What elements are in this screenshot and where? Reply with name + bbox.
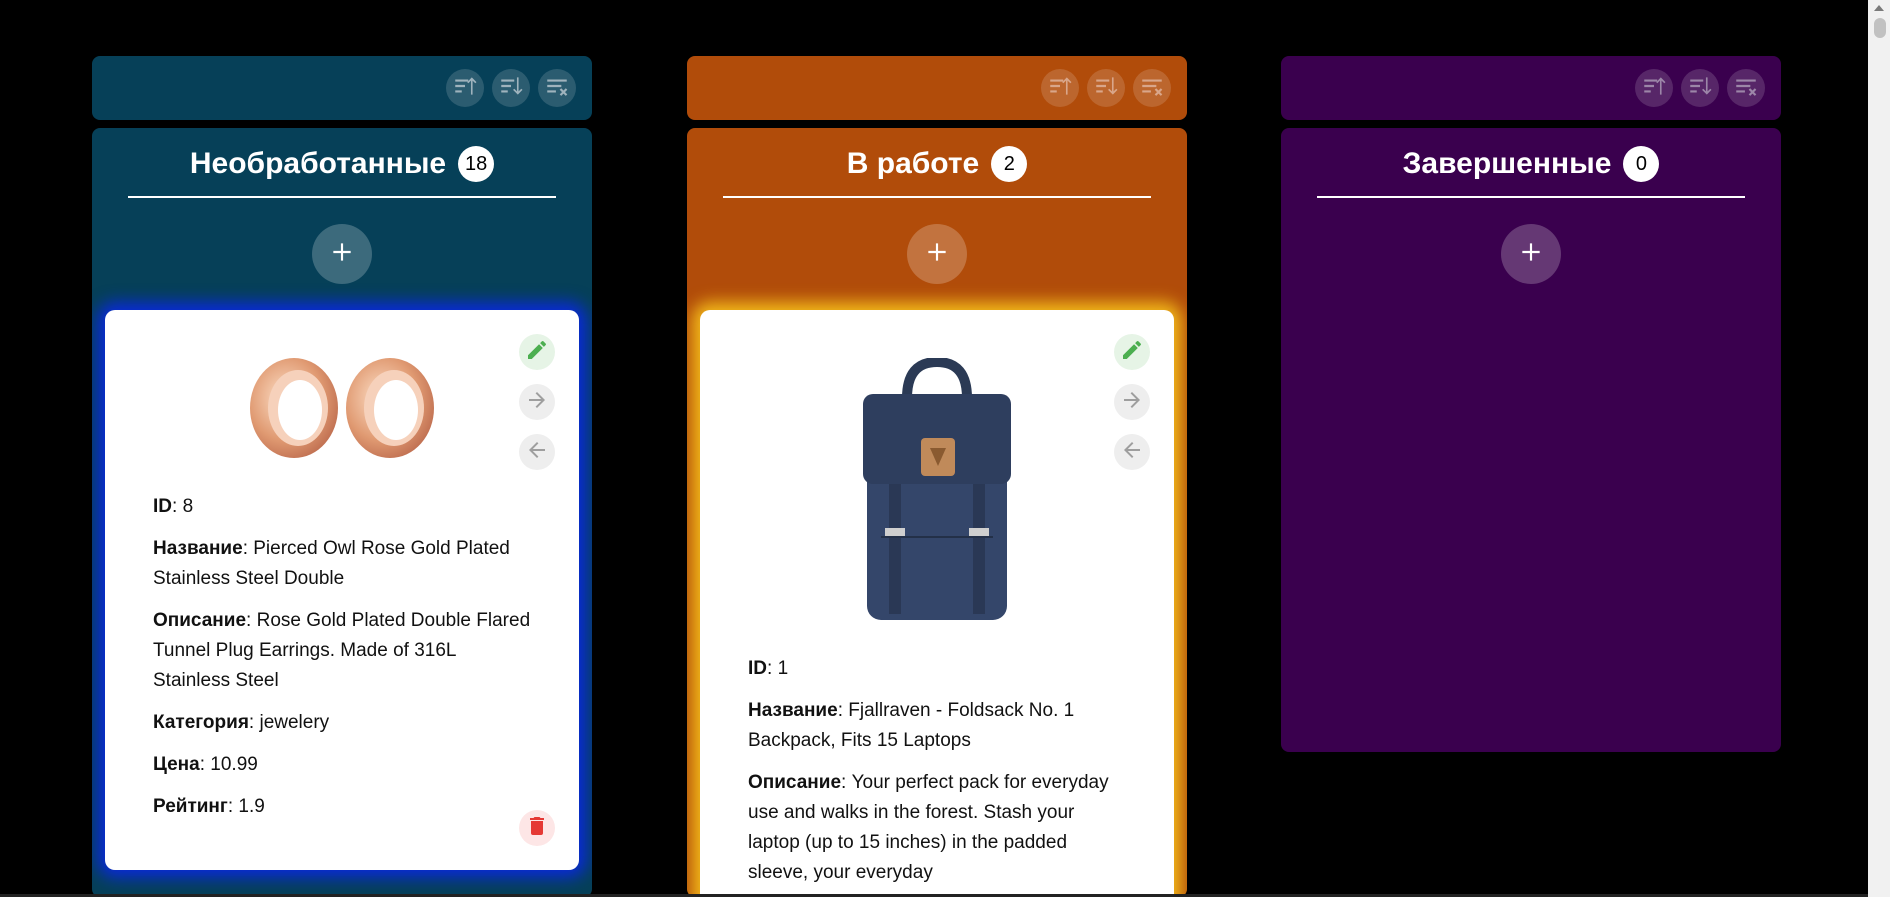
- column-title: Завершенные: [1402, 147, 1612, 180]
- clear-sort-icon: [1139, 73, 1165, 104]
- plus-icon: [924, 239, 950, 270]
- column-header: Необработанные 18: [128, 146, 556, 198]
- task-card[interactable]: ID: 1 Название: Fjallraven - Foldsack No…: [700, 310, 1174, 897]
- card-actions: [1114, 334, 1150, 470]
- page-scrollbar[interactable]: [1868, 0, 1890, 897]
- scrollbar-thumb[interactable]: [1874, 18, 1886, 38]
- card-fields: ID: 8 Название: Pierced Owl Rose Gold Pl…: [153, 492, 531, 822]
- todo-toolbar: [92, 56, 592, 120]
- field-id: ID: 1: [748, 658, 789, 679]
- task-count-badge: 18: [458, 146, 495, 182]
- edit-button[interactable]: [1114, 334, 1150, 370]
- arrow-left-icon: [525, 438, 549, 467]
- sort-ascending-button[interactable]: [446, 69, 484, 107]
- card-actions: [519, 334, 555, 470]
- sort-descending-icon: [1687, 73, 1713, 104]
- done-toolbar: [1281, 56, 1781, 120]
- field-price: Цена: 10.99: [153, 754, 258, 775]
- arrow-right-icon: [1120, 388, 1144, 417]
- sort-descending-icon: [1093, 73, 1119, 104]
- inprogress-toolbar: [687, 56, 1187, 120]
- sort-descending-button[interactable]: [1087, 69, 1125, 107]
- edit-button[interactable]: [519, 334, 555, 370]
- plus-icon: [1518, 239, 1544, 270]
- add-task-button[interactable]: [907, 224, 967, 284]
- column-done: Завершенные 0: [1281, 128, 1781, 752]
- sort-ascending-icon: [452, 73, 478, 104]
- sort-ascending-button[interactable]: [1041, 69, 1079, 107]
- field-name: Название: Pierced Owl Rose Gold Plated S…: [153, 538, 510, 589]
- sort-descending-button[interactable]: [492, 69, 530, 107]
- product-image: [153, 310, 531, 468]
- move-left-button[interactable]: [1114, 434, 1150, 470]
- column-todo: Необработанные 18 ID: 8 Название: Pierce…: [92, 128, 592, 897]
- column-title: В работе: [846, 147, 980, 180]
- task-count-badge: 0: [1623, 146, 1660, 182]
- move-left-button[interactable]: [519, 434, 555, 470]
- field-description: Описание: Rose Gold Plated Double Flared…: [153, 610, 531, 691]
- scroll-up-icon[interactable]: [1874, 5, 1884, 11]
- sort-ascending-icon: [1047, 73, 1073, 104]
- field-id: ID: 8: [153, 496, 194, 517]
- field-category: Категория: jewelery: [153, 712, 330, 733]
- move-right-button[interactable]: [1114, 384, 1150, 420]
- clear-sort-button[interactable]: [1133, 69, 1171, 107]
- column-header: Завершенные 0: [1317, 146, 1745, 198]
- clear-sort-icon: [1733, 73, 1759, 104]
- task-count-badge: 2: [991, 146, 1028, 182]
- clear-sort-button[interactable]: [1727, 69, 1765, 107]
- move-right-button[interactable]: [519, 384, 555, 420]
- column-header: В работе 2: [723, 146, 1151, 198]
- add-task-button[interactable]: [1501, 224, 1561, 284]
- column-title: Необработанные: [189, 147, 447, 180]
- delete-button[interactable]: [519, 810, 555, 846]
- arrow-left-icon: [1120, 438, 1144, 467]
- trash-icon: [525, 814, 549, 843]
- pencil-icon: [1120, 338, 1144, 367]
- column-inprogress: В работе 2 ID: 1 Название: Fjallraven - …: [687, 128, 1187, 897]
- plus-icon: [329, 239, 355, 270]
- pencil-icon: [525, 338, 549, 367]
- clear-sort-icon: [544, 73, 570, 104]
- card-fields: ID: 1 Название: Fjallraven - Foldsack No…: [748, 654, 1126, 888]
- field-description: Описание: Your perfect pack for everyday…: [748, 772, 1109, 883]
- arrow-right-icon: [525, 388, 549, 417]
- task-card[interactable]: ID: 8 Название: Pierced Owl Rose Gold Pl…: [105, 310, 579, 870]
- sort-descending-button[interactable]: [1681, 69, 1719, 107]
- clear-sort-button[interactable]: [538, 69, 576, 107]
- field-rating: Рейтинг: 1.9: [153, 796, 265, 817]
- sort-descending-icon: [498, 73, 524, 104]
- sort-ascending-button[interactable]: [1635, 69, 1673, 107]
- field-name: Название: Fjallraven - Foldsack No. 1 Ba…: [748, 700, 1075, 751]
- sort-ascending-icon: [1641, 73, 1667, 104]
- product-image: [748, 310, 1126, 628]
- add-task-button[interactable]: [312, 224, 372, 284]
